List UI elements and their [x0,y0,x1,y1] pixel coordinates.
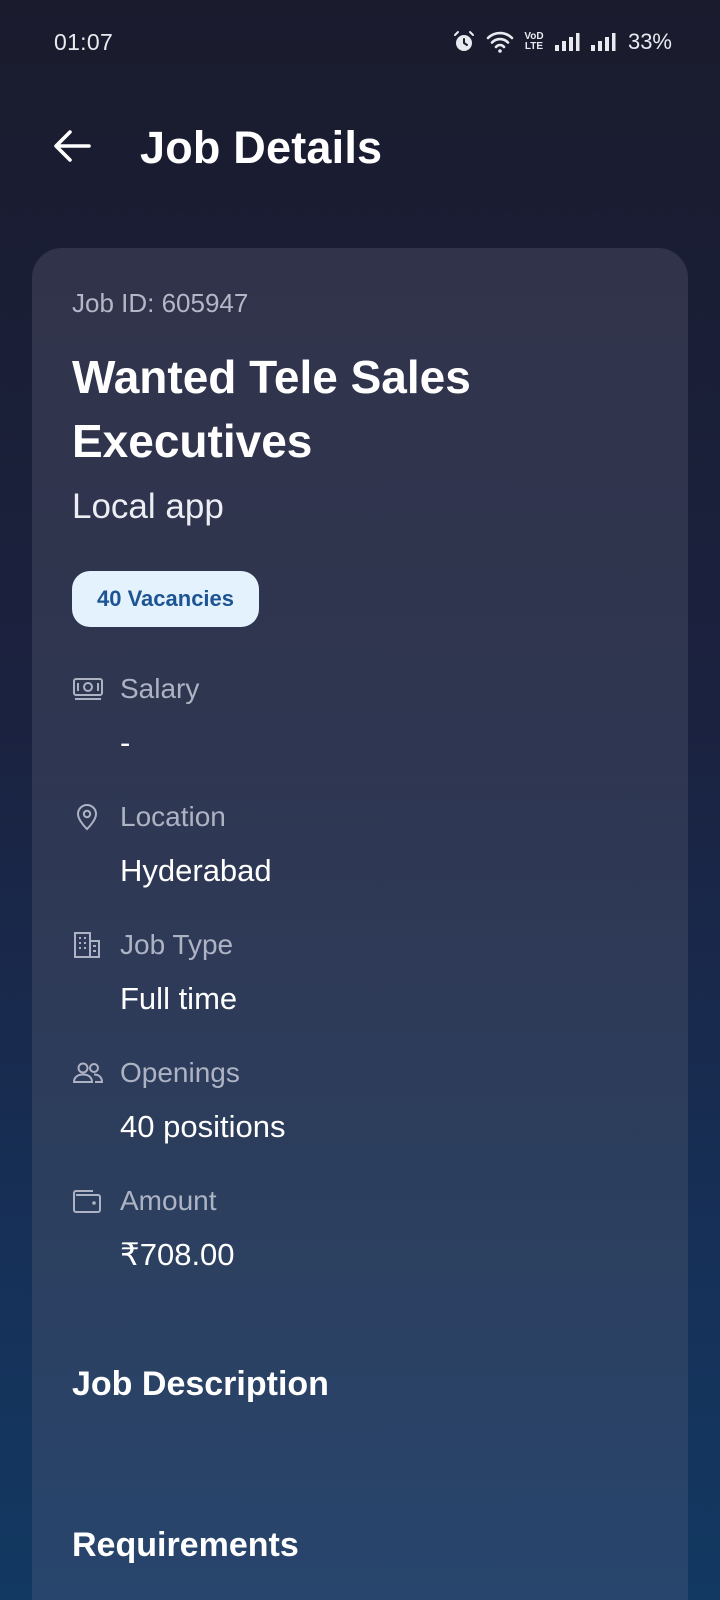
money-icon [72,672,106,706]
job-id: Job ID: 605947 [72,288,249,318]
job-card: Job ID: 605947 Wanted Tele Sales Executi… [32,248,688,1600]
signal-icon [554,32,580,52]
wallet-icon [72,1184,106,1218]
openings-label: Openings [120,1057,240,1088]
status-icons: VoD LTE 33% [452,29,672,55]
job-type-label: Job Type [120,929,234,960]
status-time: 01:07 [54,28,114,55]
amount-detail: Amount ₹708.00 [72,1181,648,1273]
location-value: Hyderabad [120,853,272,888]
vacancies-badge: 40 Vacancies [72,571,260,627]
openings-value: 40 positions [120,1109,286,1144]
people-icon [72,1056,106,1090]
status-bar: 01:07 VoD LTE 33% [0,0,720,84]
battery-level: 33% [627,29,672,54]
alarm-icon [452,30,476,54]
openings-detail: Openings 40 positions [72,1053,648,1145]
location-pin-icon [72,800,106,834]
location-label: Location [120,801,226,832]
page-title: Job Details [140,122,383,173]
job-type-detail: Job Type Full time [72,925,648,1017]
salary-value: - [120,725,131,760]
company-name: Local app [72,487,224,526]
arrow-left-icon [53,129,91,168]
location-detail: Location Hyderabad [72,797,648,889]
back-button[interactable] [42,118,102,178]
amount-value: ₹708.00 [120,1237,235,1272]
job-type-value: Full time [120,981,238,1016]
requirements-heading: Requirements [72,1526,299,1564]
salary-label: Salary [120,673,200,704]
wifi-icon [486,30,514,54]
building-icon [72,928,106,962]
job-description-heading: Job Description [72,1365,329,1403]
network-type-label: VoD LTE [524,31,544,52]
signal-icon [590,32,616,52]
app-bar: Job Details [0,100,720,196]
amount-label: Amount [120,1185,217,1216]
job-title: Wanted Tele Sales Executives [72,351,471,467]
salary-detail: Salary - [72,669,648,761]
